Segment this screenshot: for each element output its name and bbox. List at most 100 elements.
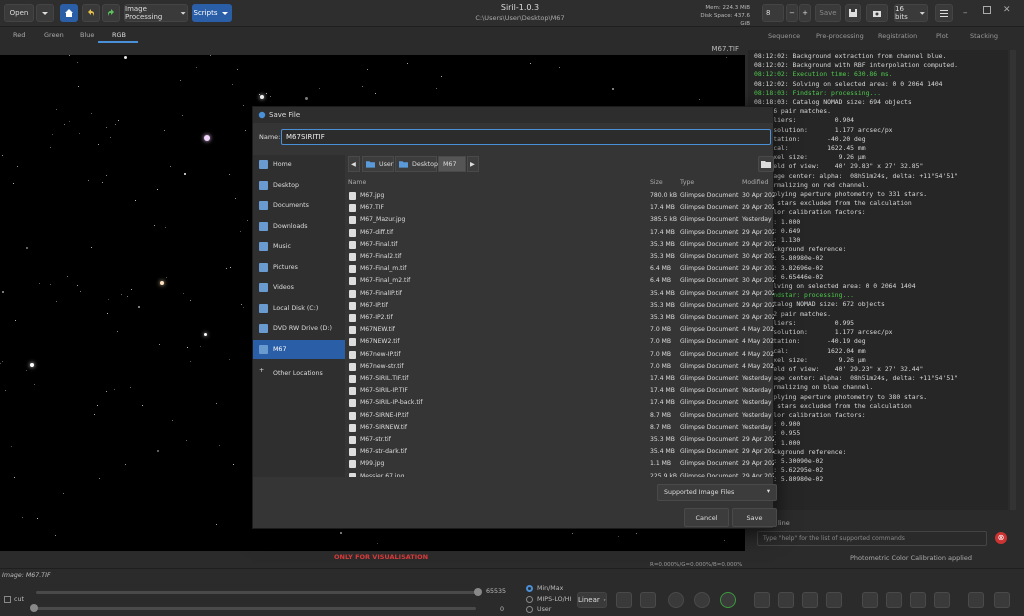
file-row[interactable]: M67-Final.tif 35.3 MB Glimpse Document 29 A… xyxy=(346,239,774,251)
file-row[interactable]: M67-IP2.tif 35.3 MB Glimpse Document 29 Apr… xyxy=(346,312,774,324)
mirror-icon[interactable] xyxy=(910,592,926,608)
cut-checkbox[interactable] xyxy=(4,596,11,603)
tab-red[interactable]: Red xyxy=(13,31,25,39)
tab-preprocessing[interactable]: Pre-processing xyxy=(816,32,864,40)
place-item-music[interactable]: Music xyxy=(253,237,345,256)
place-item-desktop[interactable]: Desktop xyxy=(253,176,345,195)
thread-count-field[interactable]: 8 xyxy=(762,4,784,22)
file-row[interactable]: M67-Final_m2.tif 6.4 MB Glimpse Document 30… xyxy=(346,275,774,287)
tab-green[interactable]: Green xyxy=(44,31,64,39)
scripts-menu[interactable]: Scripts xyxy=(192,4,232,22)
filename-input[interactable]: M67SIRITIF xyxy=(281,129,771,145)
file-row[interactable]: M67-SIRIL-IP.TIF 17.4 MB Glimpse Document Y… xyxy=(346,385,774,397)
histogram-icon[interactable] xyxy=(968,592,984,608)
target-icon[interactable] xyxy=(720,592,736,608)
place-item-downloads[interactable]: Downloads xyxy=(253,217,345,236)
column-size[interactable]: Size xyxy=(650,179,663,186)
crosshair-icon[interactable] xyxy=(934,592,950,608)
image-processing-menu[interactable]: Image Processing xyxy=(124,4,188,22)
file-row[interactable]: M67NEW.tif 7.0 MB Glimpse Document 4 May 20… xyxy=(346,324,774,336)
max-slider-knob[interactable] xyxy=(474,588,482,596)
place-item-local-disk-c[interactable]: Local Disk (C:) xyxy=(253,299,345,318)
max-slider[interactable] xyxy=(36,591,476,594)
min-slider-knob[interactable] xyxy=(30,604,38,612)
photometry-icon[interactable] xyxy=(668,592,684,608)
view-4-icon[interactable] xyxy=(826,592,842,608)
place-item-other-locations[interactable]: + Other Locations xyxy=(253,364,345,383)
console-log[interactable]: 08:12:02: Background extraction from cha… xyxy=(748,50,1008,510)
file-row[interactable]: M67.TIF 17.4 MB Glimpse Document 29 Apr 202… xyxy=(346,202,774,214)
place-item-documents[interactable]: Documents xyxy=(253,196,345,215)
file-row[interactable]: M67_Mazur.jpg 385.5 kB Glimpse Document Yes… xyxy=(346,214,774,226)
log-scrollbar[interactable] xyxy=(1010,50,1016,510)
place-item-pictures[interactable]: Pictures xyxy=(253,258,345,277)
file-row[interactable]: M67-Final_m.tif 6.4 MB Glimpse Document 29 … xyxy=(346,263,774,275)
path-forward-button[interactable]: ▶ xyxy=(467,156,479,172)
file-row[interactable]: M67.jpg 780.0 kB Glimpse Document 30 Apr 20… xyxy=(346,190,774,202)
home-button[interactable] xyxy=(60,4,78,22)
tab-blue[interactable]: Blue xyxy=(80,31,94,39)
rotate-left-icon[interactable] xyxy=(862,592,878,608)
file-row[interactable]: M67new-str.tif 7.0 MB Glimpse Document 4 Ma… xyxy=(346,361,774,373)
settings-icon[interactable] xyxy=(994,592,1010,608)
place-item-m67[interactable]: M67 xyxy=(253,339,345,359)
thread-decrement-button[interactable]: − xyxy=(786,4,798,22)
file-row[interactable]: M67-FinalIP.tif 35.4 MB Glimpse Document 29… xyxy=(346,288,774,300)
save-as-button[interactable] xyxy=(845,4,861,22)
file-row[interactable]: M67-diff.tif 17.4 MB Glimpse Document 29 Ap… xyxy=(346,227,774,239)
stretch-select[interactable]: Linear xyxy=(577,592,607,608)
column-type[interactable]: Type xyxy=(680,179,694,186)
file-row[interactable]: M67-SIRIL-IP-back.tif 17.4 MB Glimpse Docu… xyxy=(346,397,774,409)
scale-mips-radio[interactable] xyxy=(526,596,533,603)
path-back-button[interactable]: ◀ xyxy=(348,156,360,172)
file-row[interactable]: M67NEW2.tif 7.0 MB Glimpse Document 4 May 2… xyxy=(346,336,774,348)
clear-command-button[interactable]: ⊗ xyxy=(995,532,1007,544)
file-type-filter[interactable]: Supported Image Files ▾ xyxy=(657,484,777,501)
main-menu-button[interactable] xyxy=(935,4,953,22)
close-icon[interactable]: ✕ xyxy=(1003,5,1011,15)
rotate-right-icon[interactable] xyxy=(886,592,902,608)
undo-button[interactable] xyxy=(82,4,100,22)
place-item-videos[interactable]: Videos xyxy=(253,278,345,297)
file-row[interactable]: M67-SIRIL.TIF.tif 17.4 MB Glimpse Document… xyxy=(346,373,774,385)
maximize-icon[interactable] xyxy=(983,6,991,14)
view-2-icon[interactable] xyxy=(778,592,794,608)
scale-user-radio[interactable] xyxy=(526,606,533,613)
file-row[interactable]: M67new-IP.tif 7.0 MB Glimpse Document 4 May… xyxy=(346,349,774,361)
file-row[interactable]: M67-str-dark.tif 35.4 MB Glimpse Document 2… xyxy=(346,446,774,458)
view-1-icon[interactable] xyxy=(754,592,770,608)
file-row[interactable]: M67-Final2.tif 35.3 MB Glimpse Document 30 … xyxy=(346,251,774,263)
save-file-button[interactable]: Save xyxy=(732,508,777,527)
scale-minmax-radio[interactable] xyxy=(526,585,533,592)
open-recent-button[interactable] xyxy=(36,4,54,22)
snapshot-button[interactable] xyxy=(866,4,888,22)
file-row[interactable]: M67-IP.tif 35.3 MB Glimpse Document 29 Apr … xyxy=(346,300,774,312)
redo-button[interactable] xyxy=(102,4,120,22)
place-item-home[interactable]: Home xyxy=(253,155,345,174)
place-item-dvd-rw-drive-d[interactable]: DVD RW Drive (D:) xyxy=(253,319,345,338)
column-name[interactable]: Name xyxy=(348,179,366,186)
tab-sequence[interactable]: Sequence xyxy=(768,32,800,40)
file-row[interactable]: M67-SIRNEW.tif 8.7 MB Glimpse Document Yest… xyxy=(346,422,774,434)
path-segment-m67[interactable]: M67 xyxy=(438,156,466,172)
open-button[interactable]: Open xyxy=(4,4,34,22)
bitdepth-select[interactable]: 16 bits xyxy=(894,4,928,22)
file-row[interactable]: Messier 67.jpg 225.9 kB Glimpse Document 29… xyxy=(346,471,774,477)
thread-increment-button[interactable]: + xyxy=(799,4,811,22)
invert-icon[interactable] xyxy=(616,592,632,608)
tab-rgb[interactable]: RGB xyxy=(112,31,126,39)
command-input[interactable]: Type "help" for the list of supported co… xyxy=(757,531,987,546)
minimize-icon[interactable]: – xyxy=(963,8,968,18)
file-row[interactable]: M67-str.tif 35.3 MB Glimpse Document 29 Apr… xyxy=(346,434,774,446)
cancel-button[interactable]: Cancel xyxy=(684,508,729,527)
new-folder-button[interactable] xyxy=(758,156,774,172)
column-modified[interactable]: Modified xyxy=(742,179,768,186)
tab-registration[interactable]: Registration xyxy=(878,32,917,40)
view-3-icon[interactable] xyxy=(802,592,818,608)
tab-plot[interactable]: Plot xyxy=(936,32,948,40)
globe-icon[interactable] xyxy=(694,592,710,608)
color-star-icon[interactable] xyxy=(640,592,656,608)
tab-stacking[interactable]: Stacking xyxy=(970,32,998,40)
min-slider[interactable] xyxy=(36,607,476,610)
save-button[interactable]: Save xyxy=(815,4,841,22)
